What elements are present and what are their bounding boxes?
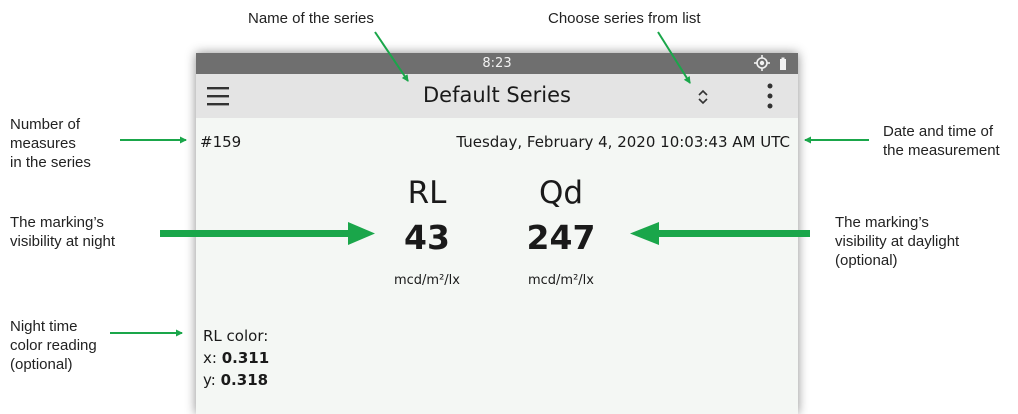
measurement-datetime: Tuesday, February 4, 2020 10:03:43 AM UT… <box>456 133 790 151</box>
overflow-menu-button[interactable] <box>762 82 778 112</box>
status-time: 8:23 <box>482 56 512 71</box>
qd-unit: mcd/m²/lx <box>527 273 594 288</box>
rl-color-reading: RL color: x: 0.311 y: 0.318 <box>203 325 269 391</box>
app-bar: Default Series <box>196 74 798 118</box>
rl-color-y-value: 0.318 <box>220 371 269 389</box>
rl-color-y: y: 0.318 <box>203 371 269 389</box>
measure-count: #159 <box>200 133 242 151</box>
unfold-icon <box>698 89 708 105</box>
callout-day-visibility: The marking’s visibility at daylight (op… <box>835 214 960 269</box>
rl-column: RL 43 mcd/m²/lx <box>352 175 502 288</box>
rl-unit: mcd/m²/lx <box>393 273 460 288</box>
callout-date-time: Date and time of the measurement <box>883 123 1000 159</box>
rl-value: 43 <box>404 218 450 257</box>
battery-icon <box>780 57 786 70</box>
qd-value: 247 <box>526 218 596 257</box>
callout-night-visibility: The marking’s visibility at night <box>10 214 116 250</box>
device-screen: 8:23 Default Series #159 Tuesday, Februa… <box>196 53 798 414</box>
callout-series-name: Name of the series <box>248 10 374 27</box>
callout-choose-series: Choose series from list <box>548 10 701 27</box>
more-vert-icon <box>767 83 773 109</box>
qd-label: Qd <box>538 175 584 211</box>
rl-color-label: RL color: <box>203 327 269 345</box>
rl-color-x: x: 0.311 <box>203 349 270 367</box>
series-selector-button[interactable] <box>694 87 712 107</box>
callout-night-color: Night time color reading (optional) <box>10 318 97 373</box>
status-bar: 8:23 <box>196 53 798 74</box>
callout-number-of-measures: Number of measures in the series <box>10 116 91 171</box>
location-icon <box>754 55 786 71</box>
rl-color-x-value: 0.311 <box>221 349 270 367</box>
rl-label: RL <box>407 175 447 211</box>
qd-column: Qd 247 mcd/m²/lx <box>486 175 636 288</box>
status-icons <box>754 55 788 75</box>
